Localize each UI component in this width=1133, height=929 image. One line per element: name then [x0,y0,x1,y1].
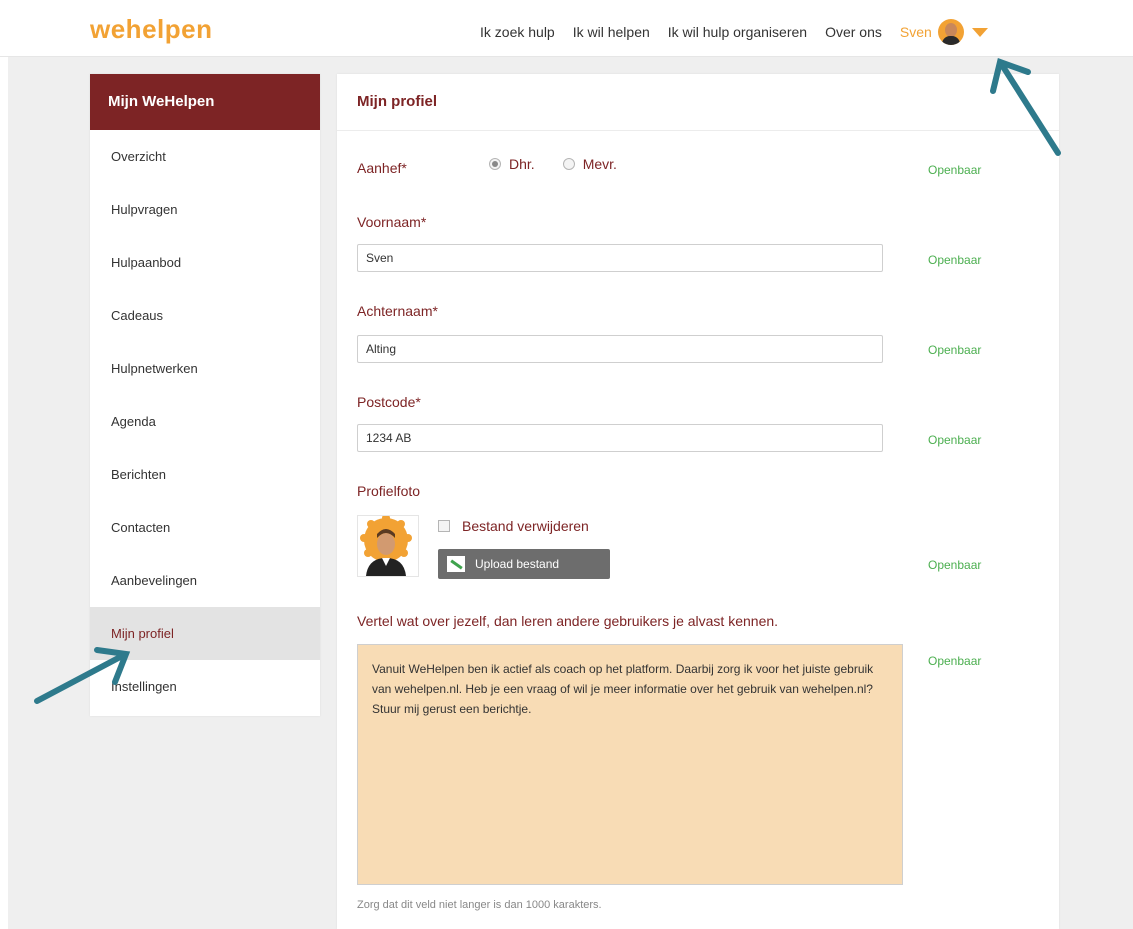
upload-icon [447,556,465,572]
chevron-down-icon[interactable] [971,27,988,37]
public-badge-last-name[interactable]: Openbaar [928,343,981,357]
about-textarea[interactable]: Vanuit WeHelpen ben ik actief als coach … [357,644,903,885]
about-hint: Zorg dat dit veld niet langer is dan 100… [357,899,602,911]
postcode-field[interactable] [357,424,883,452]
sidebar-item-instellingen[interactable]: Instellingen [90,660,320,713]
upload-file-label: Upload bestand [475,557,560,571]
top-navigation-bar: wehelpen Ik zoek hulp Ik wil helpen Ik w… [0,0,1133,57]
last-name-label: Achternaam* [357,303,438,319]
radio-dhr[interactable] [489,158,501,170]
sidebar-item-hulpnetwerken[interactable]: Hulpnetwerken [90,342,320,395]
nav-over-ons[interactable]: Over ons [825,24,882,40]
radio-mevr-label[interactable]: Mevr. [583,156,617,172]
about-label: Vertel wat over jezelf, dan leren andere… [357,613,779,629]
nav-ik-wil-hulp-organiseren[interactable]: Ik wil hulp organiseren [668,24,807,40]
sidebar-item-contacten[interactable]: Contacten [90,501,320,554]
nav-ik-wil-helpen[interactable]: Ik wil helpen [573,24,650,40]
sidebar-item-berichten[interactable]: Berichten [90,448,320,501]
public-badge-first-name[interactable]: Openbaar [928,253,981,267]
delete-file-label[interactable]: Bestand verwijderen [462,518,589,534]
public-badge-photo[interactable]: Openbaar [928,558,981,572]
radio-mevr[interactable] [562,158,575,170]
wehelpen-logo[interactable]: wehelpen [90,14,212,45]
sidebar-item-mijn-profiel[interactable]: Mijn profiel [90,607,320,660]
delete-file-checkbox[interactable] [438,520,450,532]
main-nav: Ik zoek hulp Ik wil helpen Ik wil hulp o… [480,19,988,45]
page-title: Mijn profiel [337,74,1059,131]
postcode-label: Postcode* [357,394,421,410]
first-name-label: Voornaam* [357,214,427,230]
user-menu-name[interactable]: Sven [900,24,932,40]
public-badge-salutation[interactable]: Openbaar [928,163,981,177]
last-name-field[interactable] [357,335,883,363]
public-badge-about[interactable]: Openbaar [928,654,981,668]
first-name-field[interactable] [357,244,883,272]
sidebar-item-cadeaus[interactable]: Cadeaus [90,289,320,342]
profile-panel: Mijn profiel Aanhef* Dhr. Mevr. Openbaar… [337,74,1059,929]
delete-file-row: Bestand verwijderen [438,518,589,534]
profile-photo-image [358,516,418,576]
sidebar-item-hulpaanbod[interactable]: Hulpaanbod [90,236,320,289]
sidebar-item-agenda[interactable]: Agenda [90,395,320,448]
profile-photo [357,515,419,577]
sidebar: Mijn WeHelpen Overzicht Hulpvragen Hulpa… [90,74,320,716]
radio-dhr-label[interactable]: Dhr. [509,156,535,172]
sidebar-item-aanbevelingen[interactable]: Aanbevelingen [90,554,320,607]
sidebar-item-overzicht[interactable]: Overzicht [90,130,320,183]
sidebar-item-hulpvragen[interactable]: Hulpvragen [90,183,320,236]
public-badge-postcode[interactable]: Openbaar [928,433,981,447]
salutation-label: Aanhef* [357,160,407,176]
user-avatar[interactable] [937,19,964,45]
nav-ik-zoek-hulp[interactable]: Ik zoek hulp [480,24,555,40]
salutation-radio-group: Dhr. Mevr. [489,156,645,172]
sidebar-title: Mijn WeHelpen [90,74,320,130]
upload-file-button[interactable]: Upload bestand [438,549,610,579]
profile-photo-label: Profielfoto [357,483,421,499]
